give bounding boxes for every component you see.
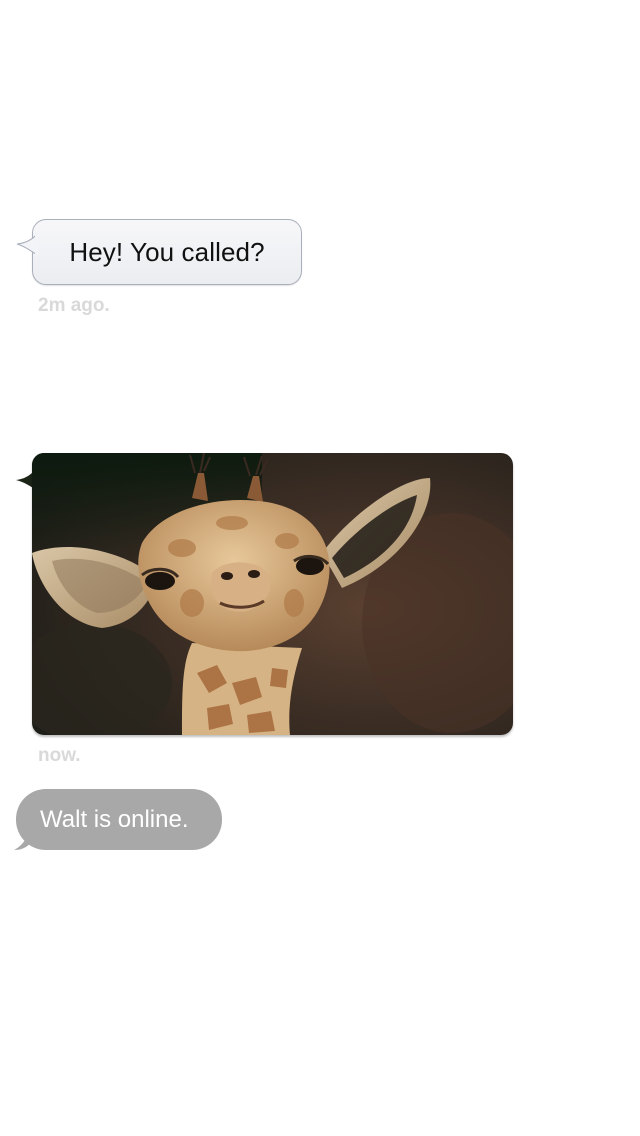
giraffe-image: [32, 453, 513, 735]
message-timestamp: 2m ago.: [38, 295, 110, 316]
incoming-photo-bubble[interactable]: [16, 453, 513, 735]
incoming-message-bubble[interactable]: Hey! You called?: [16, 219, 302, 285]
message-timestamp: now.: [38, 745, 81, 766]
bubble-tail-icon: [14, 833, 32, 850]
message-thread: Hey! You called? 2m ago. now. Walt is on…: [0, 0, 640, 1136]
message-text: Hey! You called?: [69, 236, 265, 267]
giraffe-photo[interactable]: [32, 453, 513, 735]
status-text: Walt is online.: [40, 805, 189, 833]
online-status-pill: Walt is online.: [14, 789, 222, 850]
